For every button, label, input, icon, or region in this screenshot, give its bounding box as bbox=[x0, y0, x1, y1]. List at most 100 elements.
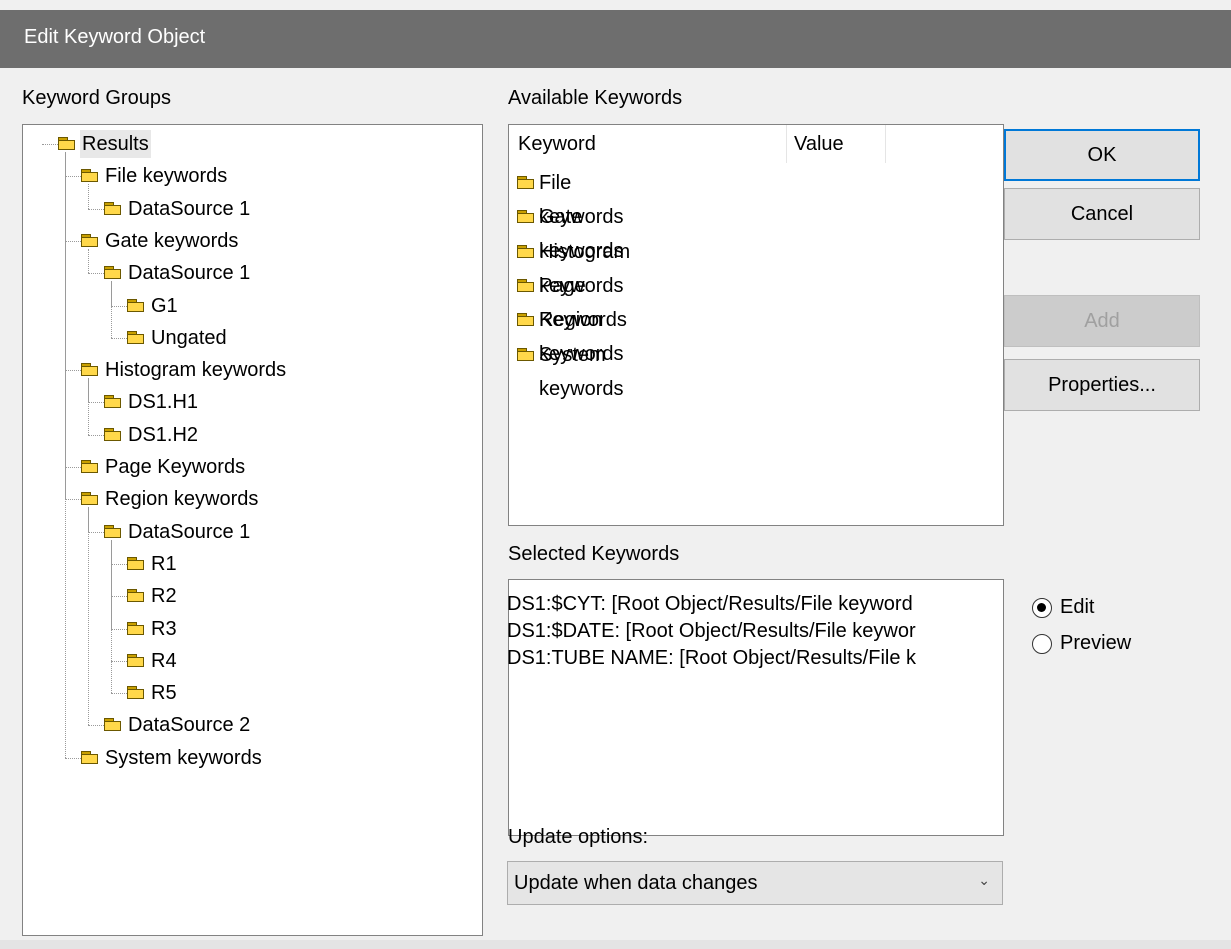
folder-icon bbox=[127, 556, 145, 570]
column-divider bbox=[885, 125, 886, 163]
tree-item-label: R2 bbox=[151, 585, 177, 608]
tree-connector bbox=[88, 434, 104, 436]
tree-item-label: File keywords bbox=[105, 165, 228, 188]
tree-item-label: R4 bbox=[151, 649, 177, 672]
selected-keyword-line: DS1:TUBE NAME: [Root Object/Results/File… bbox=[507, 647, 917, 669]
tree-connector bbox=[42, 144, 58, 145]
tree-connector bbox=[111, 305, 127, 307]
tree-connector bbox=[88, 248, 89, 274]
folder-icon bbox=[517, 244, 535, 258]
folder-icon bbox=[104, 395, 122, 409]
tree-connector bbox=[65, 240, 81, 242]
tree-connector bbox=[88, 208, 104, 210]
tree-item-label: R3 bbox=[151, 617, 177, 640]
folder-icon bbox=[517, 210, 535, 224]
tree-item-label: DataSource 1 bbox=[128, 262, 251, 285]
folder-icon bbox=[517, 176, 535, 189]
title-bar: Edit Keyword Object bbox=[0, 10, 1231, 68]
tree-connector bbox=[88, 725, 104, 727]
cancel-button[interactable]: Cancel bbox=[1004, 188, 1200, 240]
edit-radio-label[interactable]: Edit bbox=[1060, 596, 1094, 619]
update-options-label: Update options: bbox=[508, 826, 649, 848]
folder-icon bbox=[104, 266, 122, 280]
tree-connector bbox=[88, 184, 89, 209]
folder-icon bbox=[81, 169, 99, 183]
column-header-value[interactable]: Value bbox=[794, 133, 844, 156]
folder-icon bbox=[127, 589, 145, 603]
tree-item-label: DataSource 1 bbox=[128, 520, 251, 543]
tree-item-label: DS1.H2 bbox=[128, 423, 199, 446]
tree-connector bbox=[65, 757, 81, 759]
add-button[interactable]: Add bbox=[1004, 295, 1200, 347]
tree-connector bbox=[111, 660, 127, 662]
folder-icon bbox=[127, 621, 145, 635]
tree-connector bbox=[111, 539, 112, 694]
tree-connector bbox=[111, 693, 127, 695]
ok-button[interactable]: OK bbox=[1004, 129, 1200, 181]
folder-icon bbox=[81, 750, 99, 764]
folder-icon bbox=[127, 686, 145, 700]
folder-icon bbox=[104, 201, 122, 215]
update-options-select[interactable]: Update when data changes ⌄ bbox=[507, 861, 1003, 905]
preview-radio[interactable] bbox=[1032, 634, 1052, 654]
properties-button[interactable]: Properties... bbox=[1004, 359, 1200, 411]
tree-item-label: DataSource 1 bbox=[128, 197, 251, 220]
tree-connector bbox=[88, 402, 104, 404]
window-frame-bottom bbox=[0, 940, 1231, 949]
tree-connector bbox=[65, 370, 81, 372]
tree-connector bbox=[111, 628, 127, 630]
tree-connector bbox=[65, 499, 81, 501]
tree-item-label: Gate keywords bbox=[105, 229, 239, 252]
window-title: Edit Keyword Object bbox=[24, 26, 206, 48]
tree-item-label: Region keywords bbox=[105, 488, 259, 511]
folder-icon bbox=[104, 427, 122, 441]
folder-icon bbox=[517, 313, 535, 327]
update-options-value: Update when data changes bbox=[514, 872, 758, 894]
folder-icon bbox=[127, 298, 145, 312]
tree-connector bbox=[65, 176, 81, 178]
column-divider bbox=[786, 125, 787, 163]
tree-item-label: G1 bbox=[151, 294, 178, 317]
column-header-keyword[interactable]: Keyword bbox=[518, 133, 596, 156]
tree-item-label: Ungated bbox=[151, 326, 227, 349]
keyword-groups-label: Keyword Groups bbox=[22, 87, 171, 109]
folder-icon bbox=[104, 524, 122, 538]
folder-icon bbox=[81, 233, 99, 247]
tree-item-label: Histogram keywords bbox=[105, 359, 287, 382]
tree-connector bbox=[111, 281, 112, 338]
tree-connector bbox=[65, 152, 66, 758]
available-keyword-label: System keywords bbox=[539, 343, 624, 400]
tree-item-label: R5 bbox=[151, 682, 177, 705]
folder-icon bbox=[104, 718, 122, 732]
folder-icon bbox=[81, 363, 99, 377]
folder-icon bbox=[58, 137, 76, 150]
keyword-groups-tree[interactable]: Results File keywords DataSource 1 Gate key… bbox=[22, 124, 483, 936]
preview-radio-label[interactable]: Preview bbox=[1060, 632, 1131, 655]
tree-connector bbox=[111, 563, 127, 565]
tree-connector bbox=[111, 337, 127, 339]
tree-item-label: DataSource 2 bbox=[128, 714, 251, 737]
folder-icon bbox=[127, 330, 145, 344]
folder-icon bbox=[127, 653, 145, 667]
folder-icon bbox=[81, 460, 99, 473]
tree-connector bbox=[111, 596, 127, 598]
available-keywords-list[interactable]: Keyword Value File keywords Gate keywords… bbox=[508, 124, 1004, 526]
available-keywords-label: Available Keywords bbox=[508, 87, 683, 109]
tree-connector bbox=[65, 467, 81, 468]
chevron-down-icon: ⌄ bbox=[978, 872, 990, 888]
tree-connector bbox=[88, 531, 104, 533]
selected-keyword-line: DS1:$DATE: [Root Object/Results/File key… bbox=[507, 620, 916, 642]
folder-icon bbox=[517, 278, 535, 292]
tree-item-label: Page Keywords bbox=[105, 456, 246, 478]
folder-icon bbox=[81, 492, 99, 506]
selected-keywords-label: Selected Keywords bbox=[508, 543, 680, 565]
tree-item-label: System keywords bbox=[105, 746, 262, 769]
folder-icon bbox=[517, 347, 535, 361]
radio-selected-dot bbox=[1037, 603, 1046, 612]
tree-item-label: Results bbox=[80, 130, 151, 158]
edit-radio[interactable] bbox=[1032, 598, 1052, 618]
tree-item-label: R1 bbox=[151, 552, 177, 575]
tree-connector bbox=[88, 378, 89, 435]
tree-connector bbox=[88, 507, 89, 726]
tree-item-label: DS1.H1 bbox=[128, 391, 199, 414]
